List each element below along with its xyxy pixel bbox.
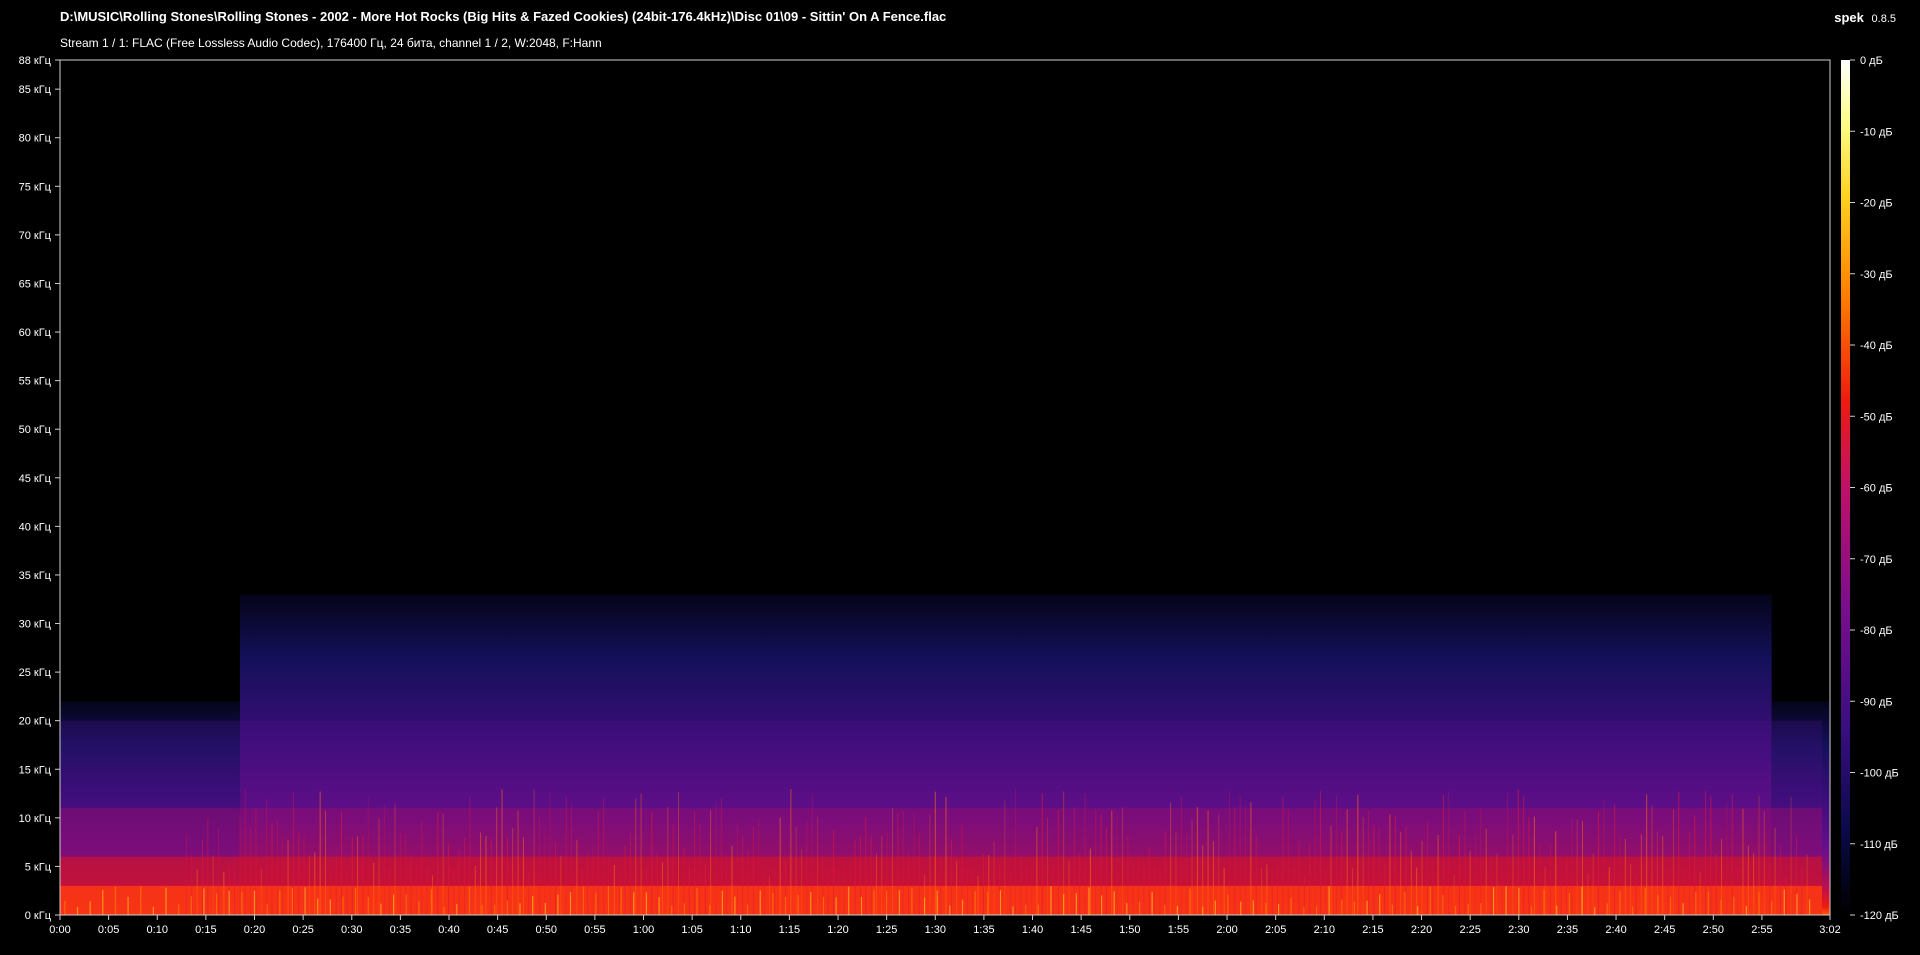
time-tick-label: 1:20: [827, 924, 848, 936]
db-tick-label: -30 дБ: [1860, 269, 1893, 281]
db-tick-label: -20 дБ: [1860, 198, 1893, 210]
time-tick-label: 1:50: [1119, 924, 1140, 936]
frequency-tick-label: 75 кГц: [19, 181, 52, 193]
time-tick-label: 0:10: [147, 924, 168, 936]
db-tick-label: -40 дБ: [1860, 340, 1893, 352]
time-tick-label: 1:15: [779, 924, 800, 936]
db-tick-label: -90 дБ: [1860, 696, 1893, 708]
time-tick-label: 0:05: [98, 924, 119, 936]
time-tick-label: 1:45: [1070, 924, 1091, 936]
db-color-scale: [1841, 60, 1850, 915]
time-tick-label: 0:20: [244, 924, 265, 936]
time-tick-label: 0:45: [487, 924, 508, 936]
frequency-tick-label: 88 кГц: [19, 55, 52, 67]
time-tick-label: 2:00: [1216, 924, 1237, 936]
time-tick-label: 1:10: [730, 924, 751, 936]
time-tick-label: 1:55: [1168, 924, 1189, 936]
time-tick-label: 1:30: [925, 924, 946, 936]
time-tick-label: 1:35: [973, 924, 994, 936]
time-tick-label: 2:55: [1751, 924, 1772, 936]
frequency-tick-label: 60 кГц: [19, 327, 52, 339]
time-tick-label: 1:40: [1022, 924, 1043, 936]
time-tick-label: 2:10: [1314, 924, 1335, 936]
spectrogram-chart: 0 кГц 5 кГц 10 кГц 15 кГц 20 кГц 25 кГц 30 кГц…: [19, 55, 1899, 936]
time-tick-label: 1:25: [876, 924, 897, 936]
frequency-tick-label: 50 кГц: [19, 424, 52, 436]
time-tick-label: 2:25: [1459, 924, 1480, 936]
time-tick-label: 2:50: [1703, 924, 1724, 936]
frequency-tick-label: 5 кГц: [25, 861, 52, 873]
db-tick-label: -70 дБ: [1860, 554, 1893, 566]
time-tick-label: 0:50: [536, 924, 557, 936]
frequency-tick-label: 35 кГц: [19, 570, 52, 582]
time-axis: 0:00 0:05 0:10 0:15 0:20 0:25 0:30 0:35 0:40 0:45…: [49, 915, 1841, 936]
frequency-tick-label: 0 кГц: [25, 910, 52, 922]
time-tick-label: 2:45: [1654, 924, 1675, 936]
frequency-tick-label: 40 кГц: [19, 521, 52, 533]
time-tick-label: 0:40: [438, 924, 459, 936]
time-tick-label: 2:35: [1557, 924, 1578, 936]
time-tick-label: 0:25: [292, 924, 313, 936]
time-tick-label: 0:00: [49, 924, 70, 936]
db-tick-label: -100 дБ: [1860, 768, 1899, 780]
frequency-tick-label: 85 кГц: [19, 84, 52, 96]
frequency-tick-label: 80 кГц: [19, 133, 52, 145]
frequency-axis: 0 кГц 5 кГц 10 кГц 15 кГц 20 кГц 25 кГц 30 кГц…: [19, 55, 60, 922]
time-tick-label: 0:30: [341, 924, 362, 936]
frequency-tick-label: 70 кГц: [19, 230, 52, 242]
time-tick-label: 1:00: [633, 924, 654, 936]
time-tick-label: 0:15: [195, 924, 216, 936]
db-axis: 0 дБ -10 дБ -20 дБ -30 дБ -40 дБ -50 дБ -60 дБ…: [1850, 55, 1899, 922]
db-tick-label: 0 дБ: [1860, 55, 1883, 67]
time-tick-label: 2:15: [1362, 924, 1383, 936]
frequency-tick-label: 15 кГц: [19, 764, 52, 776]
frequency-tick-label: 20 кГц: [19, 716, 52, 728]
frequency-tick-label: 65 кГц: [19, 278, 52, 290]
time-tick-label: 2:40: [1605, 924, 1626, 936]
frequency-tick-label: 45 кГц: [19, 473, 52, 485]
db-tick-label: -50 дБ: [1860, 411, 1893, 423]
frequency-tick-label: 55 кГц: [19, 376, 52, 388]
time-tick-label: 2:05: [1265, 924, 1286, 936]
db-tick-label: -10 дБ: [1860, 126, 1893, 138]
db-tick-label: -120 дБ: [1860, 910, 1899, 922]
db-tick-label: -110 дБ: [1860, 839, 1898, 851]
time-tick-label: 3:02: [1819, 924, 1840, 936]
frequency-tick-label: 30 кГц: [19, 619, 52, 631]
time-tick-label: 0:55: [584, 924, 605, 936]
time-tick-label: 0:35: [390, 924, 411, 936]
frequency-tick-label: 10 кГц: [19, 813, 52, 825]
time-tick-label: 2:20: [1411, 924, 1432, 936]
frequency-tick-label: 25 кГц: [19, 667, 52, 679]
db-tick-label: -80 дБ: [1860, 625, 1893, 637]
time-tick-label: 2:30: [1508, 924, 1529, 936]
db-tick-label: -60 дБ: [1860, 483, 1893, 495]
time-tick-label: 1:05: [681, 924, 702, 936]
